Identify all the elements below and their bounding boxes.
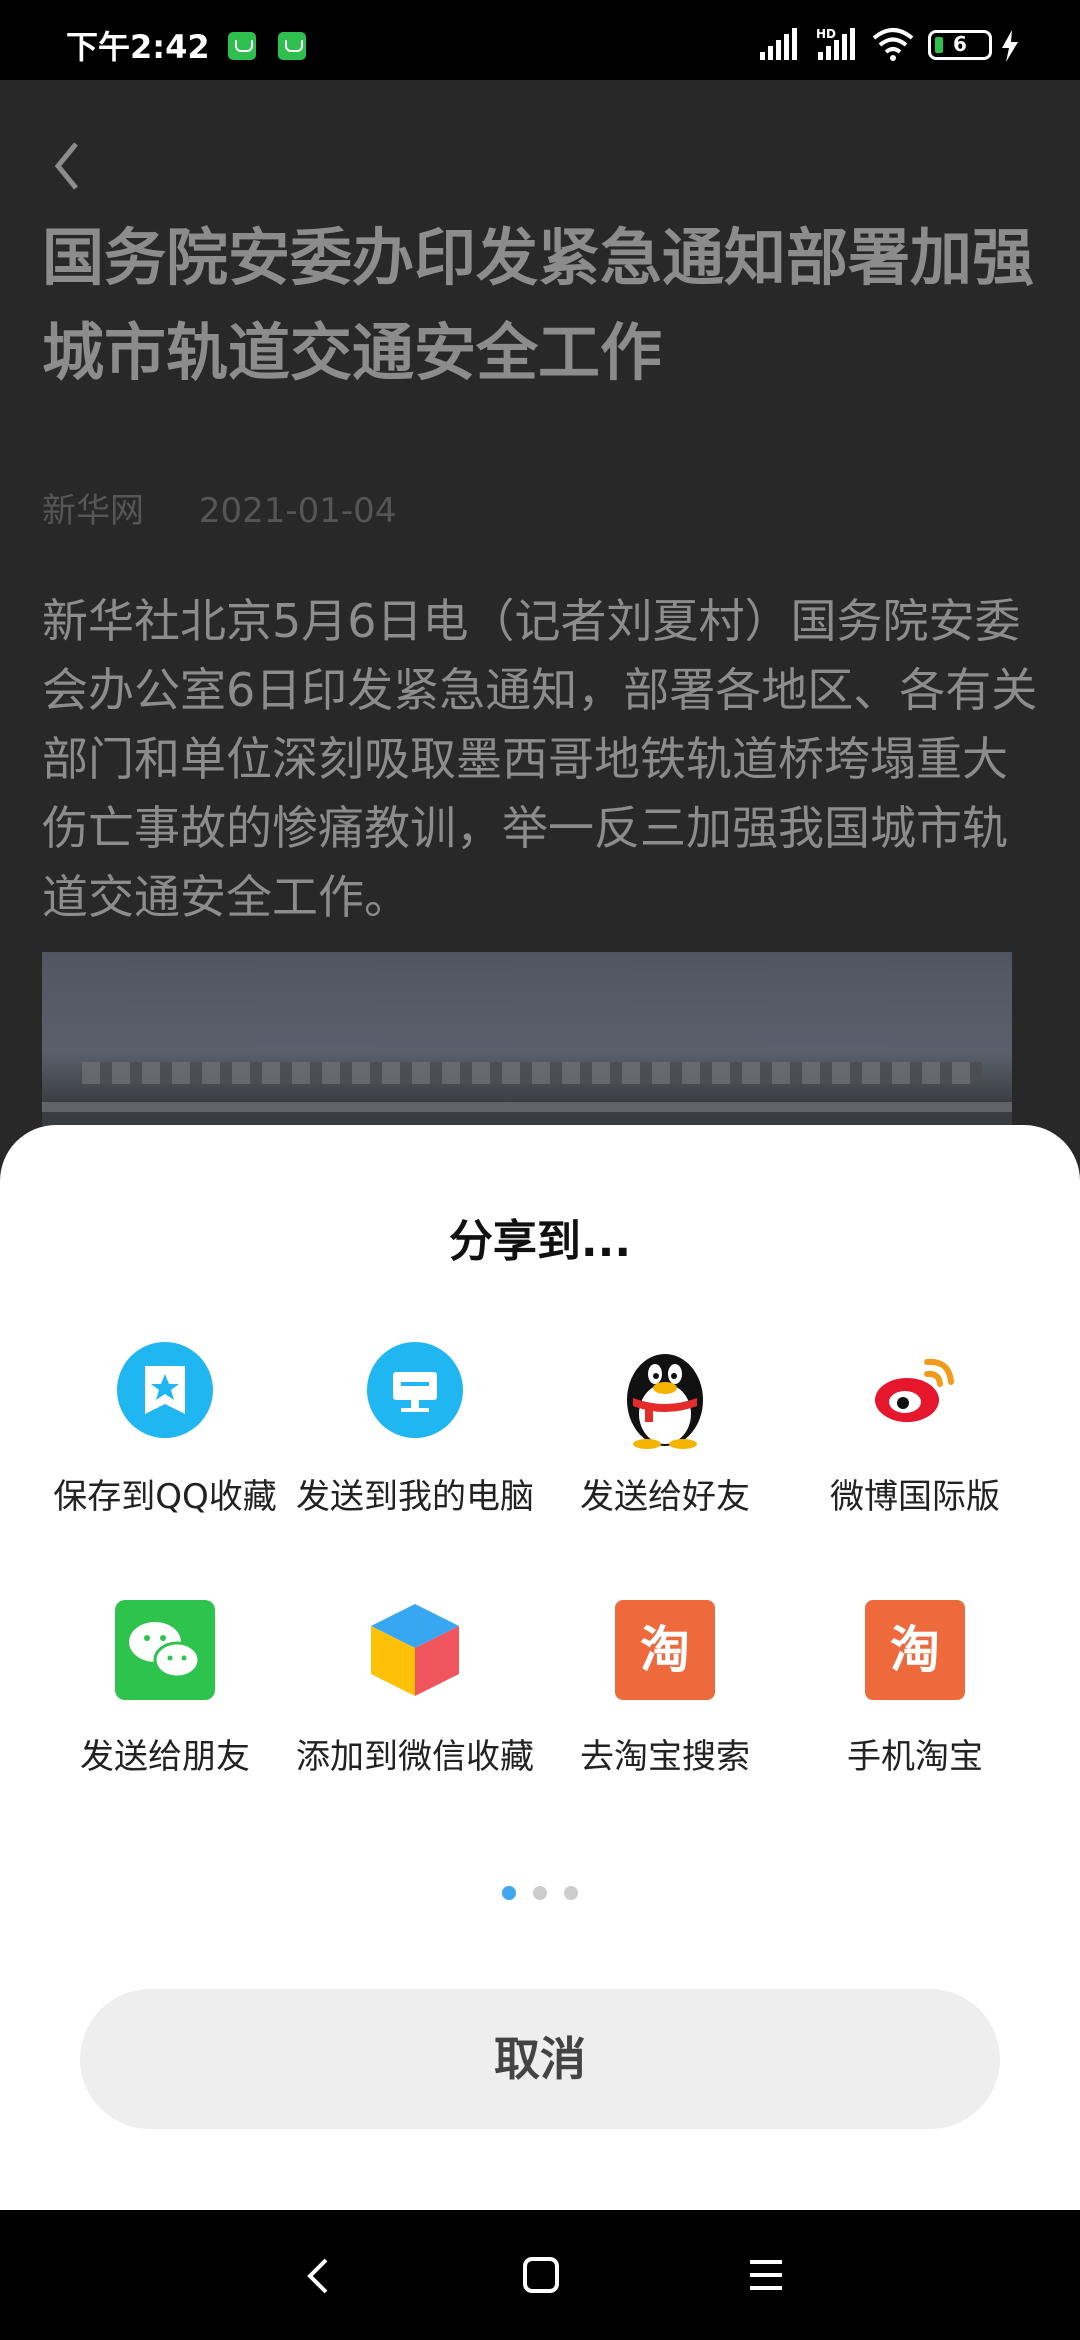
article-view: 国务院安委办印发紧急通知部署加强城市轨道交通安全工作 新华网 2021-01-0… [0,80,1080,1180]
wifi-icon [872,28,914,61]
share-item-mobile-taobao[interactable]: 淘 手机淘宝 [790,1600,1040,1780]
page-indicator [0,1885,1080,1904]
share-item-my-computer[interactable]: 发送到我的电脑 [290,1340,540,1520]
battery-level: 6 [953,32,967,56]
weibo-icon [865,1340,965,1440]
status-bar: 下午2:42 HD 6 [0,0,1080,80]
battery-icon: 6 [928,30,992,60]
share-item-label: 保存到QQ收藏 [53,1477,277,1517]
system-nav-bar [0,2210,1080,2340]
my-computer-icon [365,1340,465,1440]
taobao-icon: 淘 [615,1600,715,1700]
cell-signal-icon [760,28,797,60]
nav-home-icon[interactable] [522,2256,560,2294]
share-item-label: 去淘宝搜索 [580,1737,750,1777]
charging-icon [1002,30,1018,62]
notification-app-icon [278,32,306,60]
article-date: 2021-01-04 [198,491,397,531]
back-arrow-icon[interactable] [48,136,88,196]
page-dot [501,1886,516,1900]
wechat-favorites-cube-icon [365,1600,465,1700]
share-item-taobao-search[interactable]: 淘 去淘宝搜索 [540,1600,790,1780]
share-item-label: 手机淘宝 [847,1737,983,1777]
share-item-qq-friend[interactable]: 发送给好友 [540,1340,790,1520]
page-dot [564,1886,579,1900]
share-item-label: 添加到微信收藏 [296,1737,534,1777]
article-title: 国务院安委办印发紧急通知部署加强城市轨道交通安全工作 [42,221,1035,389]
hd-signal-icon: HD [816,27,855,60]
share-sheet-title: 分享到... [448,1216,632,1267]
share-item-wechat-friend[interactable]: 发送给朋友 [40,1600,290,1780]
article-source: 新华网 [42,491,144,531]
share-item-qq-favorites[interactable]: 保存到QQ收藏 [40,1340,290,1520]
share-item-weibo[interactable]: 微博国际版 [790,1340,1040,1520]
taobao-glyph: 淘 [890,1621,940,1679]
wechat-icon [115,1600,215,1700]
nav-back-icon[interactable] [304,2256,334,2296]
notification-app-icon [228,32,256,60]
status-time: 下午2:42 [66,28,210,66]
taobao-glyph: 淘 [640,1621,690,1679]
article-meta: 新华网 2021-01-04 [42,483,440,532]
share-item-label: 发送给朋友 [80,1737,250,1777]
qq-penguin-icon [615,1340,715,1449]
article-body: 新华社北京5月6日电（记者刘夏村）国务院安委会办公室6日印发紧急通知，部署各地区… [42,594,1038,924]
share-item-label: 微博国际版 [830,1477,1000,1517]
share-item-label: 发送到我的电脑 [296,1477,534,1517]
taobao-icon: 淘 [865,1600,965,1700]
cancel-button[interactable]: 取消 [80,1989,1000,2129]
page-dot [533,1886,547,1900]
svg-text:HD: HD [816,27,836,41]
qq-favorites-icon [115,1340,215,1440]
share-item-wechat-favorites[interactable]: 添加到微信收藏 [290,1600,540,1780]
share-sheet: 分享到... 保存到QQ收藏 发送到我的电脑 发送给好友 微博国际版 发送给朋友… [0,1125,1080,2210]
nav-menu-icon[interactable] [748,2258,784,2292]
share-item-label: 发送给好友 [580,1477,750,1517]
